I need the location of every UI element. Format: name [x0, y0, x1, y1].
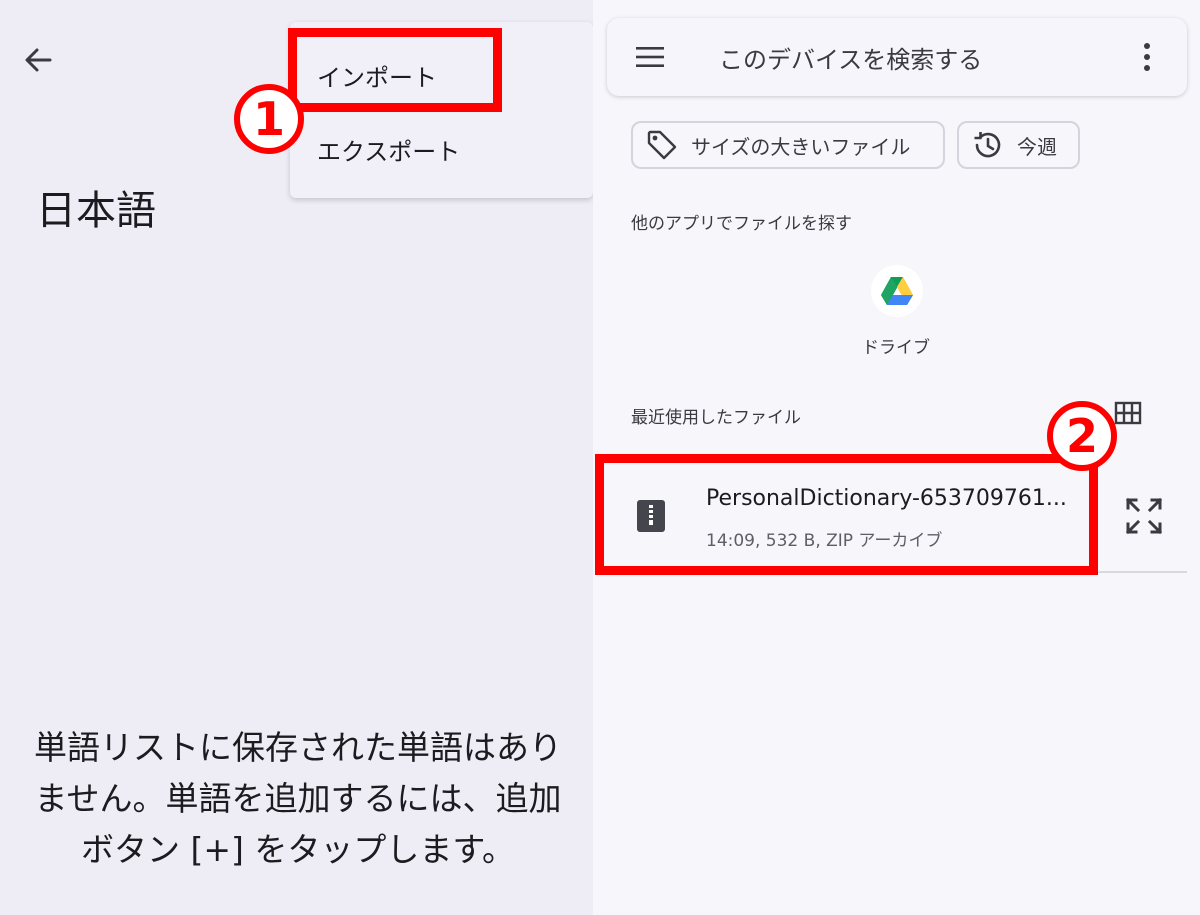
- chip-large-files[interactable]: サイズの大きいファイル: [631, 121, 945, 169]
- hamburger-menu-icon[interactable]: [635, 42, 665, 72]
- annotation-step-2: 2: [1047, 401, 1117, 471]
- search-input[interactable]: このデバイスを検索する: [719, 40, 982, 75]
- drive-app-button[interactable]: [871, 265, 923, 317]
- empty-message: 単語リストに保存された単語はあり ません。単語を追加するには、追加 ボタン [+…: [20, 722, 576, 875]
- empty-message-line: ません。単語を追加するには、追加: [34, 779, 562, 818]
- grid-view-icon[interactable]: [1114, 401, 1142, 425]
- recent-files-heading: 最近使用したファイル: [631, 408, 801, 428]
- history-icon: [974, 132, 1001, 158]
- tag-icon: [647, 130, 677, 160]
- expand-preview-icon[interactable]: [1124, 496, 1164, 536]
- empty-message-line: 単語リストに保存された単語はあり: [34, 728, 562, 767]
- menu-item-export[interactable]: エクスポート: [317, 132, 460, 167]
- arrow-left-icon: [25, 48, 52, 72]
- annotation-box-import: [288, 28, 502, 112]
- annotation-box-file: [595, 454, 1098, 575]
- back-button[interactable]: [20, 42, 56, 78]
- google-drive-icon: [881, 277, 913, 305]
- more-vert-icon[interactable]: [1137, 40, 1157, 74]
- drive-app-label: ドライブ: [862, 338, 930, 358]
- chip-label: サイズの大きいファイル: [691, 134, 911, 159]
- other-apps-heading: 他のアプリでファイルを探す: [631, 214, 852, 234]
- list-divider: [1090, 571, 1187, 573]
- chip-label: 今週: [1017, 134, 1057, 159]
- search-bar[interactable]: このデバイスを検索する: [607, 18, 1187, 96]
- annotation-step-1: 1: [234, 84, 304, 154]
- empty-message-line: ボタン [+] をタップします。: [80, 830, 516, 869]
- page-title: 日本語: [36, 188, 156, 234]
- chip-this-week[interactable]: 今週: [957, 121, 1080, 169]
